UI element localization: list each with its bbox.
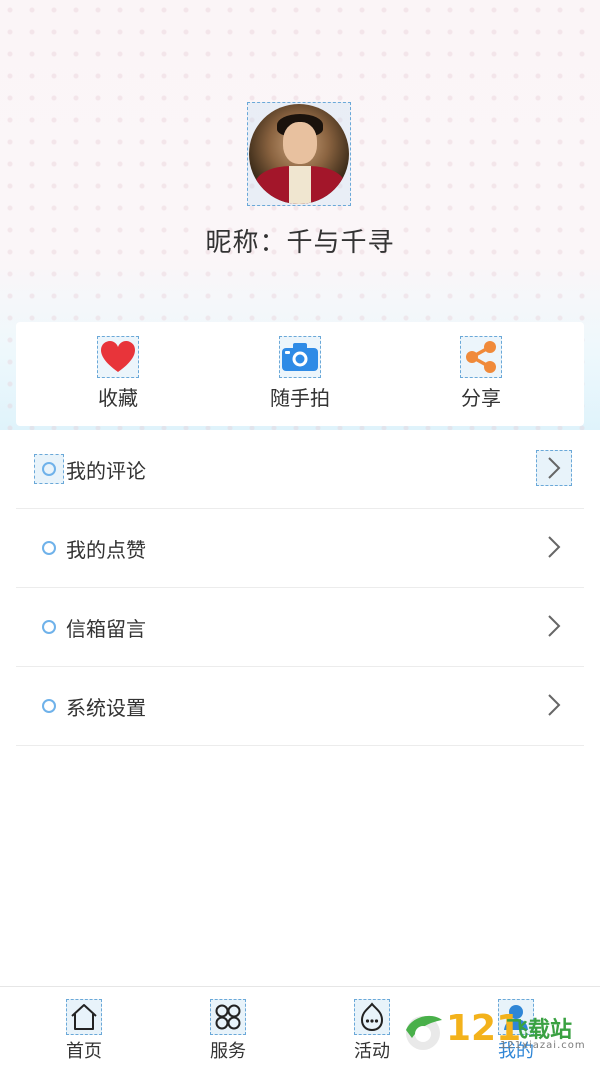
camera-icon xyxy=(279,336,321,378)
avatar-photo xyxy=(249,104,349,204)
tab-services[interactable]: 服务 xyxy=(188,999,268,1063)
chevron-right-icon xyxy=(536,450,572,486)
quick-actions-card: 收藏 随手拍 分享 xyxy=(16,322,584,426)
menu-item-mailbox[interactable]: 信箱留言 xyxy=(16,588,584,667)
avatar[interactable] xyxy=(247,102,351,206)
share-icon xyxy=(460,336,502,378)
tab-label: 首页 xyxy=(66,1041,102,1062)
snapshot-label: 随手拍 xyxy=(270,386,330,410)
favorites-button[interactable]: 收藏 xyxy=(58,336,178,411)
chevron-right-icon xyxy=(536,529,572,565)
menu-item-likes[interactable]: 我的点赞 xyxy=(16,509,584,588)
snapshot-button[interactable]: 随手拍 xyxy=(240,336,360,411)
share-button[interactable]: 分享 xyxy=(421,336,541,411)
tab-home[interactable]: 首页 xyxy=(44,999,124,1063)
menu-item-label: 我的评论 xyxy=(66,458,146,483)
chevron-right-icon xyxy=(536,608,572,644)
watermark-url: 121xiazai.com xyxy=(500,1040,586,1051)
favorites-label: 收藏 xyxy=(98,386,138,410)
tab-activities[interactable]: 活动 xyxy=(332,999,412,1063)
bullet-icon xyxy=(34,612,64,642)
bullet-icon xyxy=(34,533,64,563)
heart-icon xyxy=(97,336,139,378)
grid-icon xyxy=(210,999,246,1035)
nickname-label: 昵称：千与千寻 xyxy=(205,228,395,258)
share-label: 分享 xyxy=(461,386,501,410)
menu-item-label: 系统设置 xyxy=(66,695,146,720)
tab-label: 服务 xyxy=(210,1041,246,1062)
bullet-icon xyxy=(34,691,64,721)
home-icon xyxy=(66,999,102,1035)
tab-label: 活动 xyxy=(354,1041,390,1062)
profile-menu: 我的评论 我的点赞 信箱留言 系统设置 xyxy=(16,430,584,746)
menu-item-label: 我的点赞 xyxy=(66,537,146,562)
watermark-logo-icon xyxy=(406,1015,442,1050)
menu-item-comments[interactable]: 我的评论 xyxy=(16,430,584,509)
menu-item-settings[interactable]: 系统设置 xyxy=(16,667,584,746)
menu-item-label: 信箱留言 xyxy=(66,616,146,641)
chat-flame-icon xyxy=(354,999,390,1035)
bullet-icon xyxy=(34,454,64,484)
chevron-right-icon xyxy=(536,687,572,723)
watermark: 121 飞载站 121xiazai.com xyxy=(402,1006,592,1062)
